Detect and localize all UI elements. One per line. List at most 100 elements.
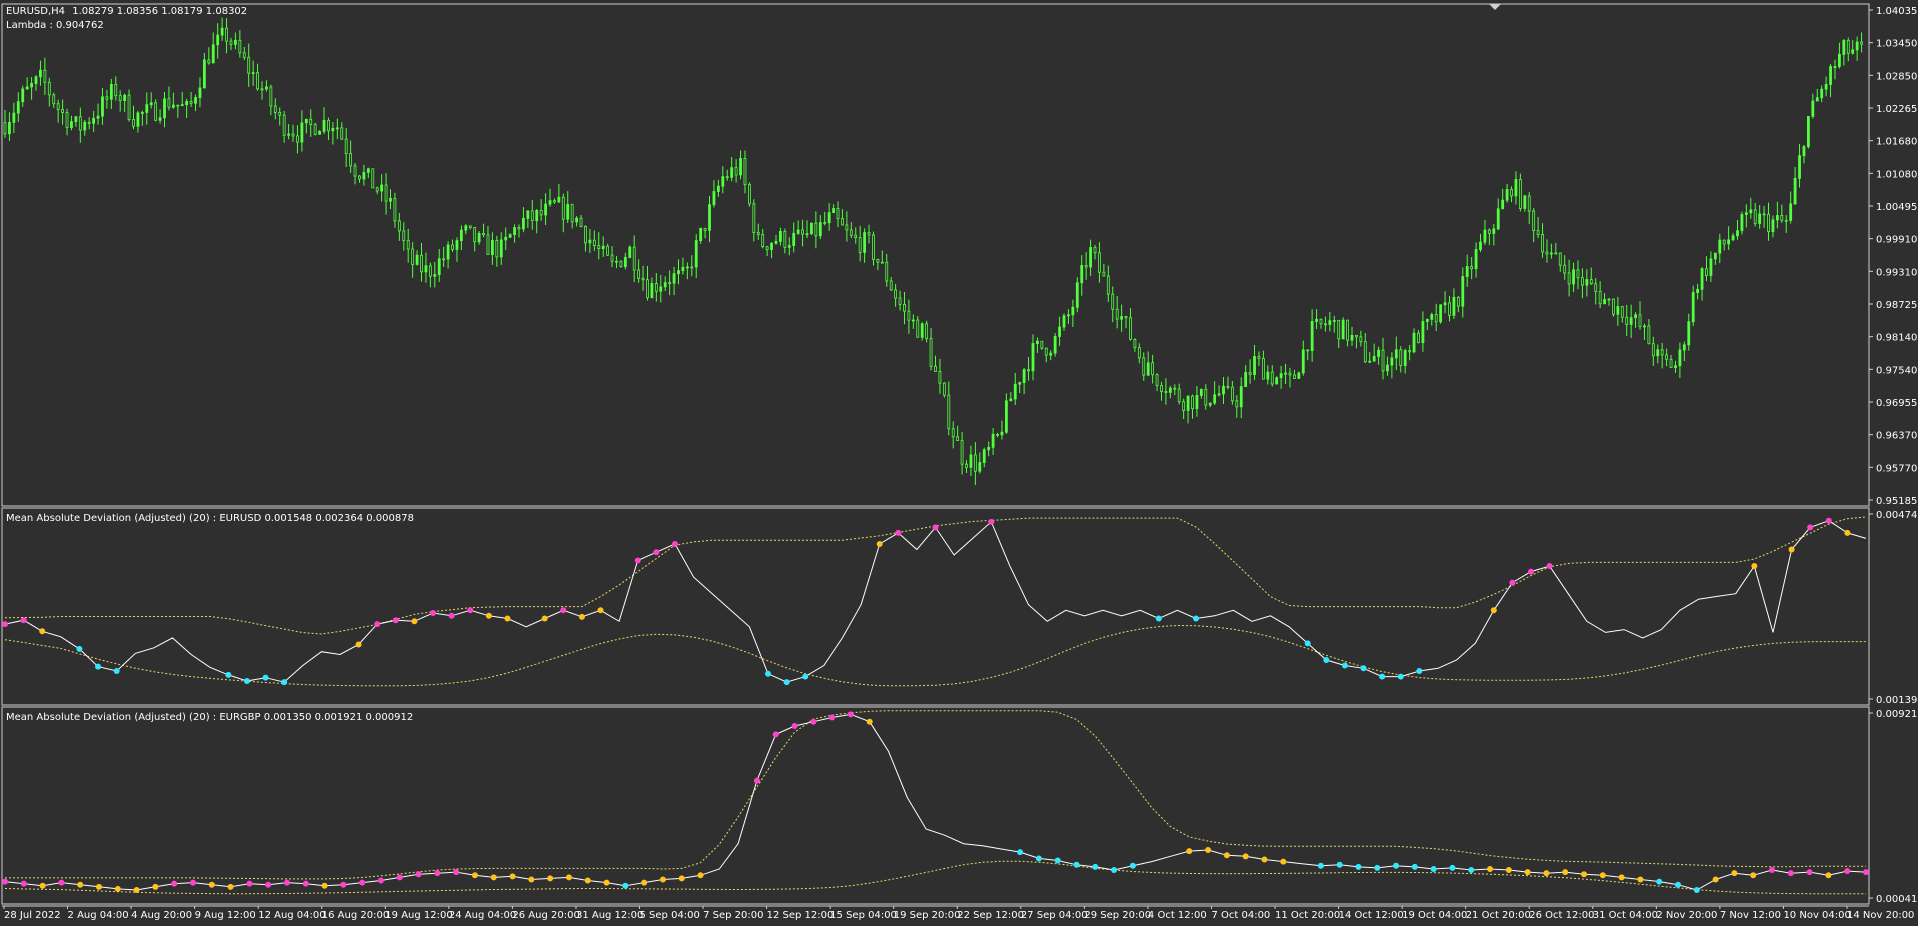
- price-candle-body: [810, 222, 813, 235]
- price-candle-body: [1324, 323, 1327, 326]
- price-axis-tick-label: 0.96955: [1876, 398, 1917, 409]
- price-candle-body: [1381, 349, 1385, 372]
- price-candle-body: [477, 232, 481, 243]
- price-candle-body: [739, 157, 742, 176]
- price-candle-body: [601, 245, 605, 250]
- price-candle-body: [1860, 41, 1863, 45]
- price-candle-body: [845, 224, 849, 231]
- price-candle-body: [12, 112, 16, 123]
- price-candle-body: [659, 286, 663, 292]
- price-candle-body: [1164, 391, 1168, 393]
- mad-eurusd-low-dot: [262, 674, 269, 681]
- price-axis-tick-label: 0.95185: [1876, 496, 1917, 507]
- mad-eurusd-low-dot: [243, 677, 250, 684]
- price-candle-body: [1838, 54, 1841, 67]
- price-candle-body: [1350, 335, 1354, 341]
- price-candle-body: [867, 232, 871, 236]
- price-candle-body: [1651, 343, 1655, 357]
- price-candle-body: [1230, 386, 1234, 402]
- mad-eurgbp-low-dot: [1035, 855, 1042, 862]
- price-candle-body: [1000, 431, 1004, 436]
- price-candle-body: [1315, 318, 1318, 322]
- price-candle-body: [1049, 352, 1053, 356]
- price-candle-body: [1665, 354, 1669, 360]
- price-candle-body: [1833, 66, 1837, 68]
- price-candle-body: [619, 260, 623, 267]
- time-tick-label: 22 Sep 12:00: [957, 910, 1024, 921]
- price-candle-body: [1177, 388, 1181, 403]
- price-candle-body: [973, 454, 977, 472]
- mad-eurgbp-mid-dot: [678, 875, 685, 882]
- mad-eurgbp-low-dot: [1430, 865, 1437, 872]
- price-candle-body: [123, 94, 127, 102]
- mad-eurgbp-high-dot: [1769, 867, 1776, 874]
- price-candle-body: [300, 122, 304, 143]
- price-candle-body: [628, 246, 632, 258]
- mad-eurgbp-mid-dot: [509, 873, 516, 880]
- price-candle-body: [960, 440, 964, 465]
- price-candle-body: [1168, 387, 1172, 393]
- mad-eurusd-mid-dot: [504, 615, 511, 622]
- mad-eurusd-mad-line: [4, 520, 1867, 683]
- price-axis-tick-label: 0.98140: [1876, 333, 1917, 344]
- price-candle-body: [180, 104, 184, 107]
- price-candle-body: [539, 210, 543, 216]
- mad-eurusd-axis-tick-label: 0.004742: [1876, 510, 1918, 521]
- mad-eurgbp-low-dot: [1693, 886, 1700, 893]
- mad-eurusd-high-dot: [1528, 568, 1535, 575]
- mad-eurgbp-mid-dot: [1261, 856, 1268, 863]
- price-candle-body: [16, 101, 20, 114]
- price-candle-body: [335, 127, 339, 130]
- mad-eurgbp-mid-dot: [1750, 872, 1757, 879]
- time-tick-label: 7 Nov 12:00: [1720, 910, 1781, 921]
- price-candle-body: [437, 258, 441, 275]
- price-candle-body: [934, 365, 937, 372]
- mad-eurgbp-high-dot: [829, 714, 836, 721]
- price-axis-tick-label: 1.02265: [1876, 104, 1917, 115]
- mad-eurgbp-mid-dot: [1186, 848, 1193, 855]
- price-candle-body: [1204, 388, 1208, 406]
- mad-eurusd-high-dot: [671, 540, 678, 547]
- price-candle-body: [473, 227, 477, 243]
- price-candle-body: [818, 222, 822, 237]
- time-tick-label: 2 Nov 20:00: [1656, 910, 1717, 921]
- price-candle-body: [446, 244, 450, 260]
- price-candle-body: [176, 104, 180, 107]
- mad-eurgbp-mid-dot: [471, 872, 478, 879]
- price-candle-body: [694, 240, 698, 268]
- price-axis-tick-label: 1.01680: [1876, 137, 1917, 148]
- price-candle-body: [677, 270, 680, 275]
- price-candle-body: [380, 184, 384, 192]
- price-candle-body: [575, 217, 578, 223]
- mad-eurgbp-mid-dot: [1205, 847, 1212, 854]
- time-tick-label: 5 Sep 04:00: [640, 910, 700, 921]
- price-candle-body: [207, 59, 211, 64]
- price-candle-body: [1434, 314, 1438, 323]
- price-candle-body: [814, 222, 818, 237]
- price-candle-body: [987, 446, 991, 451]
- mad-eurgbp-high-dot: [810, 718, 817, 725]
- mad-eurgbp-axis-tick-label: 0.000419: [1876, 894, 1918, 905]
- price-candle-body: [584, 226, 587, 244]
- time-tick-label: 11 Oct 20:00: [1275, 910, 1340, 921]
- price-candle-body: [486, 234, 490, 255]
- trading-chart[interactable]: 1.04035 1.03450 1.02850 1.02265 1.01680 1.010…: [0, 0, 1918, 926]
- mad-eurusd-mid-dot: [39, 628, 46, 635]
- price-candle-body: [256, 72, 259, 90]
- symbol-label: EURUSD,H4: [6, 6, 66, 17]
- mad-eurgbp-mid-dot: [1581, 871, 1588, 878]
- mad-eurgbp-mid-dot: [1712, 876, 1719, 883]
- price-candle-body: [1036, 340, 1039, 344]
- price-candle-body: [87, 121, 91, 124]
- price-candle-body: [1496, 208, 1500, 230]
- mad-eurgbp-low-dot: [1317, 862, 1324, 869]
- mad-eurusd-upper-band: [4, 516, 1867, 635]
- mad-eurusd-low-dot: [1379, 673, 1386, 680]
- mad-eurusd-low-dot: [95, 663, 102, 670]
- mad-eurgbp-mid-dot: [697, 872, 704, 879]
- price-candle-body: [632, 246, 636, 271]
- mad-eurgbp-low-dot: [1411, 863, 1418, 870]
- mad-eurusd-low-dot: [113, 668, 120, 675]
- mad-eurgbp-axis-tick-label: 0.009216: [1876, 709, 1918, 720]
- price-candle-body: [641, 277, 645, 281]
